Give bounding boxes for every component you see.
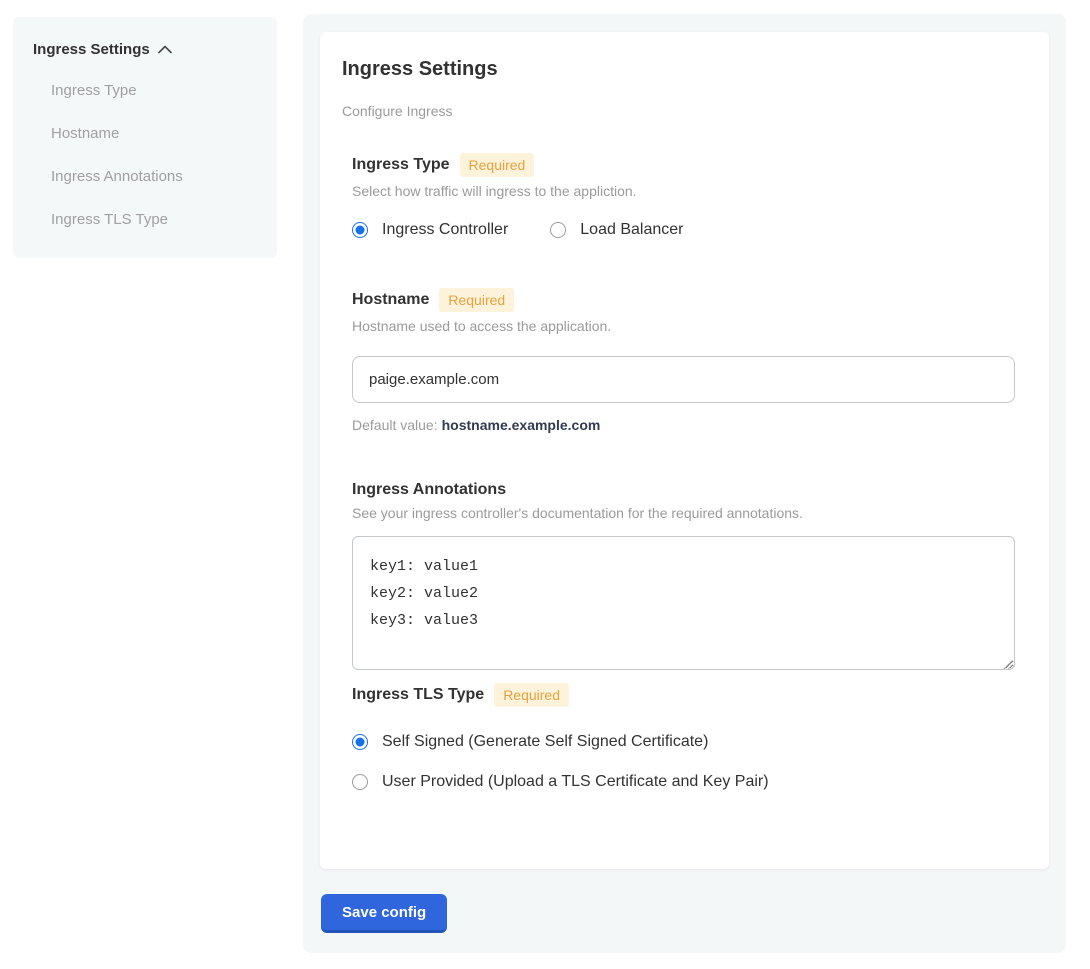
- radio-label: Ingress Controller: [382, 221, 508, 239]
- sidebar-item-ingress-type[interactable]: Ingress Type: [33, 82, 257, 99]
- radio-icon[interactable]: [550, 222, 566, 238]
- radio-self-signed[interactable]: Self Signed (Generate Self Signed Certif…: [352, 733, 1019, 751]
- sidebar-group-label: Ingress Settings: [33, 41, 150, 58]
- radio-icon[interactable]: [352, 222, 368, 238]
- default-value-label: Default value:: [352, 417, 438, 433]
- required-badge: Required: [460, 153, 535, 177]
- hostname-default-line: Default value:hostname.example.com: [352, 417, 1019, 433]
- sidebar-item-ingress-annotations[interactable]: Ingress Annotations: [33, 168, 257, 185]
- radio-label: User Provided (Upload a TLS Certificate …: [382, 773, 769, 791]
- required-badge: Required: [494, 683, 569, 707]
- radio-ingress-controller[interactable]: Ingress Controller: [352, 221, 508, 239]
- config-main-panel: Ingress Settings Configure Ingress Ingre…: [303, 14, 1066, 953]
- radio-user-provided[interactable]: User Provided (Upload a TLS Certificate …: [352, 773, 1019, 791]
- radio-icon[interactable]: [352, 734, 368, 750]
- section-ingress-type: Ingress Type Required Select how traffic…: [352, 153, 1019, 239]
- page-layout: Ingress Settings Ingress Type Hostname I…: [0, 0, 1090, 953]
- page-title: Ingress Settings: [342, 58, 1019, 81]
- radio-label: Self Signed (Generate Self Signed Certif…: [382, 733, 708, 751]
- sidebar-item-hostname[interactable]: Hostname: [33, 125, 257, 142]
- hostname-heading: Hostname: [352, 291, 429, 309]
- radio-load-balancer[interactable]: Load Balancer: [550, 221, 683, 239]
- ingress-type-help: Select how traffic will ingress to the a…: [352, 183, 1019, 199]
- required-badge: Required: [439, 288, 514, 312]
- save-config-button[interactable]: Save config: [321, 894, 447, 933]
- config-group-card: Ingress Settings Configure Ingress Ingre…: [320, 32, 1049, 869]
- default-value-text: hostname.example.com: [442, 417, 601, 433]
- ingress-type-heading: Ingress Type: [352, 156, 450, 174]
- ingress-annotations-help: See your ingress controller's documentat…: [352, 505, 1019, 521]
- hostname-help: Hostname used to access the application.: [352, 318, 1019, 334]
- ingress-tls-type-heading: Ingress TLS Type: [352, 686, 484, 704]
- section-hostname: Hostname Required Hostname used to acces…: [352, 288, 1019, 433]
- config-sidebar: Ingress Settings Ingress Type Hostname I…: [13, 17, 277, 258]
- radio-icon[interactable]: [352, 774, 368, 790]
- section-ingress-tls-type: Ingress TLS Type Required Self Signed (G…: [352, 683, 1019, 791]
- chevron-up-icon: [158, 45, 172, 54]
- sidebar-item-ingress-tls-type[interactable]: Ingress TLS Type: [33, 211, 257, 228]
- hostname-input[interactable]: [352, 356, 1015, 403]
- page-subtitle: Configure Ingress: [342, 103, 1019, 119]
- sidebar-group-ingress-settings[interactable]: Ingress Settings: [33, 41, 257, 58]
- ingress-annotations-heading: Ingress Annotations: [352, 481, 506, 499]
- section-ingress-annotations: Ingress Annotations See your ingress con…: [352, 481, 1019, 675]
- ingress-annotations-textarea[interactable]: key1: value1 key2: value2 key3: value3: [352, 536, 1015, 670]
- radio-label: Load Balancer: [580, 221, 683, 239]
